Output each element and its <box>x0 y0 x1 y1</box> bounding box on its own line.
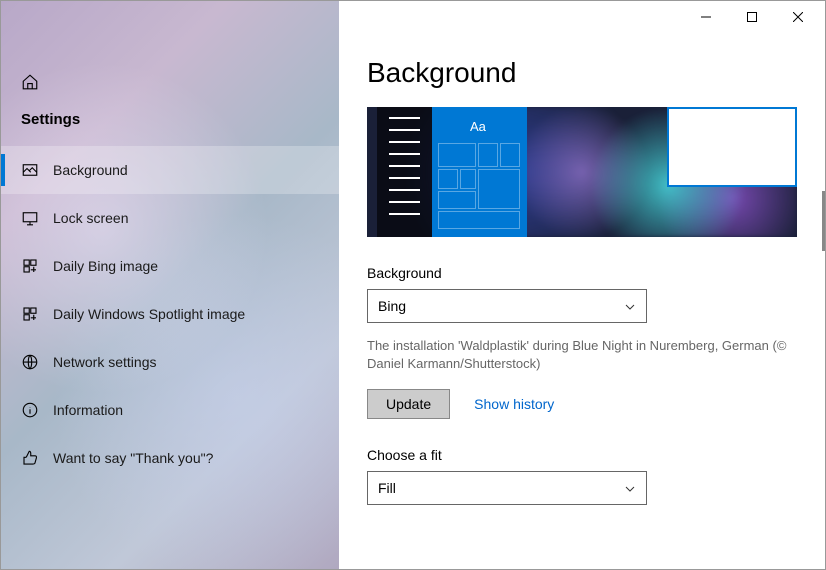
info-icon <box>21 401 39 419</box>
background-dropdown[interactable]: Bing <box>367 289 647 323</box>
fit-value: Fill <box>378 480 396 496</box>
close-button[interactable] <box>775 1 821 33</box>
grid-icon <box>21 257 39 275</box>
titlebar <box>339 1 825 33</box>
globe-icon <box>21 353 39 371</box>
content: Background Aa <box>339 33 825 569</box>
sidebar-item-background[interactable]: Background <box>1 146 339 194</box>
sidebar-item-information[interactable]: Information <box>1 386 339 434</box>
background-label: Background <box>367 265 797 281</box>
sidebar-item-label: Daily Bing image <box>53 258 158 274</box>
sidebar: Settings Background Lock screen Daily Bi… <box>1 1 339 569</box>
settings-title: Settings <box>1 61 339 146</box>
thumbs-up-icon <box>21 449 39 467</box>
sidebar-item-label: Lock screen <box>53 210 128 226</box>
sidebar-item-label: Want to say "Thank you"? <box>53 450 213 466</box>
sidebar-item-thankyou[interactable]: Want to say "Thank you"? <box>1 434 339 482</box>
sidebar-item-label: Information <box>53 402 123 418</box>
sidebar-item-label: Daily Windows Spotlight image <box>53 306 245 322</box>
sidebar-item-label: Network settings <box>53 354 156 370</box>
main-panel: Background Aa <box>339 1 825 569</box>
fit-label: Choose a fit <box>367 447 797 463</box>
sidebar-item-daily-bing[interactable]: Daily Bing image <box>1 242 339 290</box>
image-caption: The installation 'Waldplastik' during Bl… <box>367 337 797 373</box>
chevron-down-icon <box>624 300 636 312</box>
sidebar-items: Background Lock screen Daily Bing image … <box>1 146 339 482</box>
chevron-down-icon <box>624 482 636 494</box>
sidebar-item-network[interactable]: Network settings <box>1 338 339 386</box>
monitor-icon <box>21 209 39 227</box>
background-value: Bing <box>378 298 406 314</box>
maximize-button[interactable] <box>729 1 775 33</box>
scrollbar[interactable] <box>822 191 825 251</box>
sidebar-item-daily-spotlight[interactable]: Daily Windows Spotlight image <box>1 290 339 338</box>
image-icon <box>21 161 39 179</box>
minimize-button[interactable] <box>683 1 729 33</box>
grid-icon <box>21 305 39 323</box>
page-title: Background <box>367 57 797 89</box>
update-button[interactable]: Update <box>367 389 450 419</box>
fit-dropdown[interactable]: Fill <box>367 471 647 505</box>
sidebar-item-label: Background <box>53 162 128 178</box>
sidebar-item-lockscreen[interactable]: Lock screen <box>1 194 339 242</box>
show-history-link[interactable]: Show history <box>474 396 554 412</box>
desktop-preview: Aa <box>367 107 797 237</box>
